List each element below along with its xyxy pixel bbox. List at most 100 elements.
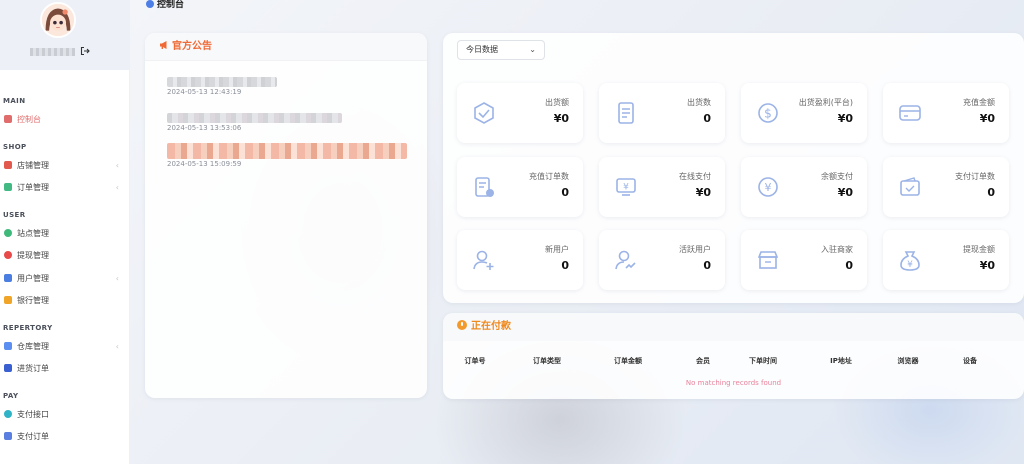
sidebar-item[interactable]: 提现管理 [0, 245, 129, 268]
sidebar-item-label: 支付接口 [17, 409, 49, 419]
notice-header: 官方公告 [145, 33, 427, 61]
chevron-left-icon: ‹ [115, 273, 119, 283]
new-user-icon [471, 247, 497, 273]
avatar[interactable] [40, 2, 76, 38]
profile-area [0, 0, 129, 70]
sidebar-item[interactable]: 支付接口 [0, 404, 129, 427]
table-column-header[interactable]: 会员 [696, 356, 710, 366]
stat-label: 在线支付 [679, 172, 711, 181]
sidebar-item[interactable]: 支付订单 [0, 426, 129, 449]
sidebar-item[interactable]: 店铺管理 ‹ [0, 155, 129, 178]
chevron-left-icon: ‹ [115, 341, 119, 351]
notice-item-date: 2024-05-13 15:09:59 [167, 160, 242, 168]
stat-label: 入驻商家 [821, 245, 853, 254]
warehouse-icon [4, 341, 12, 350]
site-icon [4, 228, 12, 237]
avatar-image [42, 4, 74, 36]
page-title-text: 控制台 [157, 0, 185, 10]
document-icon [613, 100, 639, 126]
sidebar-item-label: 提现管理 [17, 251, 49, 260]
home-icon [4, 115, 12, 123]
svg-text:¥: ¥ [765, 181, 772, 194]
sidebar-item[interactable]: 用户管理 ‹ [0, 268, 129, 291]
purchase-icon [4, 364, 12, 372]
stat-value: ¥0 [553, 112, 569, 125]
stat-card: 支付订单数 0 [883, 157, 1009, 217]
table-column-header[interactable]: 设备 [963, 356, 977, 366]
card-icon [897, 100, 923, 126]
recharge-order-icon [471, 174, 497, 200]
stat-value: ¥0 [695, 186, 711, 199]
stat-card: ¥ 余额支付 ¥0 [741, 157, 867, 217]
profit-icon: $ [755, 100, 781, 126]
stat-label: 支付订单数 [955, 172, 995, 181]
date-range-value: 今日数据 [466, 45, 498, 54]
stat-card: 出货数 0 [599, 83, 725, 143]
sidebar-item[interactable]: 仓库管理 ‹ [0, 336, 129, 359]
shop-icon [4, 160, 12, 169]
logout-icon[interactable] [80, 46, 90, 56]
sidebar-item-label: 进货订单 [17, 364, 49, 373]
sidebar-item[interactable]: 银行管理 [0, 290, 129, 313]
notice-title: 官方公告 [172, 41, 212, 52]
notice-item-title[interactable] [167, 77, 277, 87]
sidebar: MAIN 控制台 SHOP 店铺管理 ‹ 订单管理 ‹ USER 站点管理 提现管理 用户管理 ‹ 银行… [0, 0, 130, 464]
notice-item[interactable]: 2024-05-13 13:53:06 [167, 113, 342, 132]
empty-message: No matching records found [685, 379, 782, 387]
sidebar-item[interactable]: 站点管理 [0, 223, 129, 246]
stat-label: 提现金额 [963, 245, 995, 254]
topbar: 控制台 [130, 0, 1024, 14]
online-pay-icon: ¥ [613, 174, 639, 200]
chevron-down-icon: ⌄ [529, 45, 536, 54]
sidebar-item[interactable]: 控制台 [0, 109, 129, 132]
table-column-header[interactable]: IP地址 [830, 356, 852, 366]
wallet-check-icon [897, 174, 923, 200]
merchant-icon [755, 247, 781, 273]
user-icon [4, 273, 12, 282]
stat-label: 新用户 [545, 245, 569, 254]
table-column-header[interactable]: 下单时间 [749, 356, 777, 366]
paying-panel: 正在付款 No matching records found 订单号 订单类型 订单… [443, 313, 1024, 399]
stat-label: 余额支付 [821, 172, 853, 181]
active-user-icon [613, 247, 639, 273]
table-column-header[interactable]: 浏览器 [898, 356, 919, 366]
stat-card: 新用户 0 [457, 230, 583, 290]
stat-label: 充值订单数 [529, 172, 569, 181]
stat-card: 活跃用户 0 [599, 230, 725, 290]
stat-value: 0 [845, 259, 853, 272]
stat-label: 充值金额 [963, 98, 995, 107]
date-range-select[interactable]: 今日数据 ⌄ [457, 40, 545, 60]
menu-section-label: MAIN [3, 97, 26, 105]
sidebar-item[interactable]: 订单管理 ‹ [0, 177, 129, 200]
page-title: 控制台 [146, 0, 184, 10]
stat-label: 出货数 [687, 98, 711, 107]
sidebar-menu: MAIN 控制台 SHOP 店铺管理 ‹ 订单管理 ‹ USER 站点管理 提现管理 用户管理 ‹ 银行… [0, 70, 129, 449]
chevron-left-icon: ‹ [115, 183, 119, 192]
sidebar-item-label: 订单管理 [17, 183, 49, 192]
stat-card: 入驻商家 0 [741, 230, 867, 290]
stat-value: ¥0 [979, 112, 995, 125]
stat-value: ¥0 [837, 112, 853, 125]
menu-section-label: USER [3, 210, 26, 219]
notice-item-date: 2024-05-13 12:43:19 [167, 88, 242, 96]
sidebar-item-label: 控制台 [17, 115, 41, 124]
table-column-header[interactable]: 订单号 [465, 356, 486, 366]
stat-value: ¥0 [837, 186, 853, 199]
table-column-header[interactable]: 订单金额 [614, 356, 642, 366]
notice-item[interactable]: 2024-05-13 15:09:59 [167, 143, 407, 168]
payment-order-icon [4, 432, 12, 440]
stat-card: ¥ 在线支付 ¥0 [599, 157, 725, 217]
chevron-left-icon: ‹ [115, 160, 119, 170]
menu-section-label: PAY [3, 391, 19, 400]
menu-section-label: REPERTORY [3, 323, 53, 332]
notice-item[interactable]: 2024-05-13 12:43:19 [167, 77, 277, 96]
sidebar-item-label: 站点管理 [17, 228, 49, 238]
table-column-header[interactable]: 订单类型 [533, 356, 561, 366]
dashboard-icon [146, 0, 154, 8]
sidebar-item[interactable]: 进货订单 [0, 358, 129, 381]
notice-item-title[interactable] [167, 113, 342, 123]
username [30, 48, 75, 56]
notice-item-title[interactable] [167, 143, 407, 159]
sidebar-item-label: 支付订单 [17, 432, 49, 441]
stat-card: 充值金额 ¥0 [883, 83, 1009, 143]
